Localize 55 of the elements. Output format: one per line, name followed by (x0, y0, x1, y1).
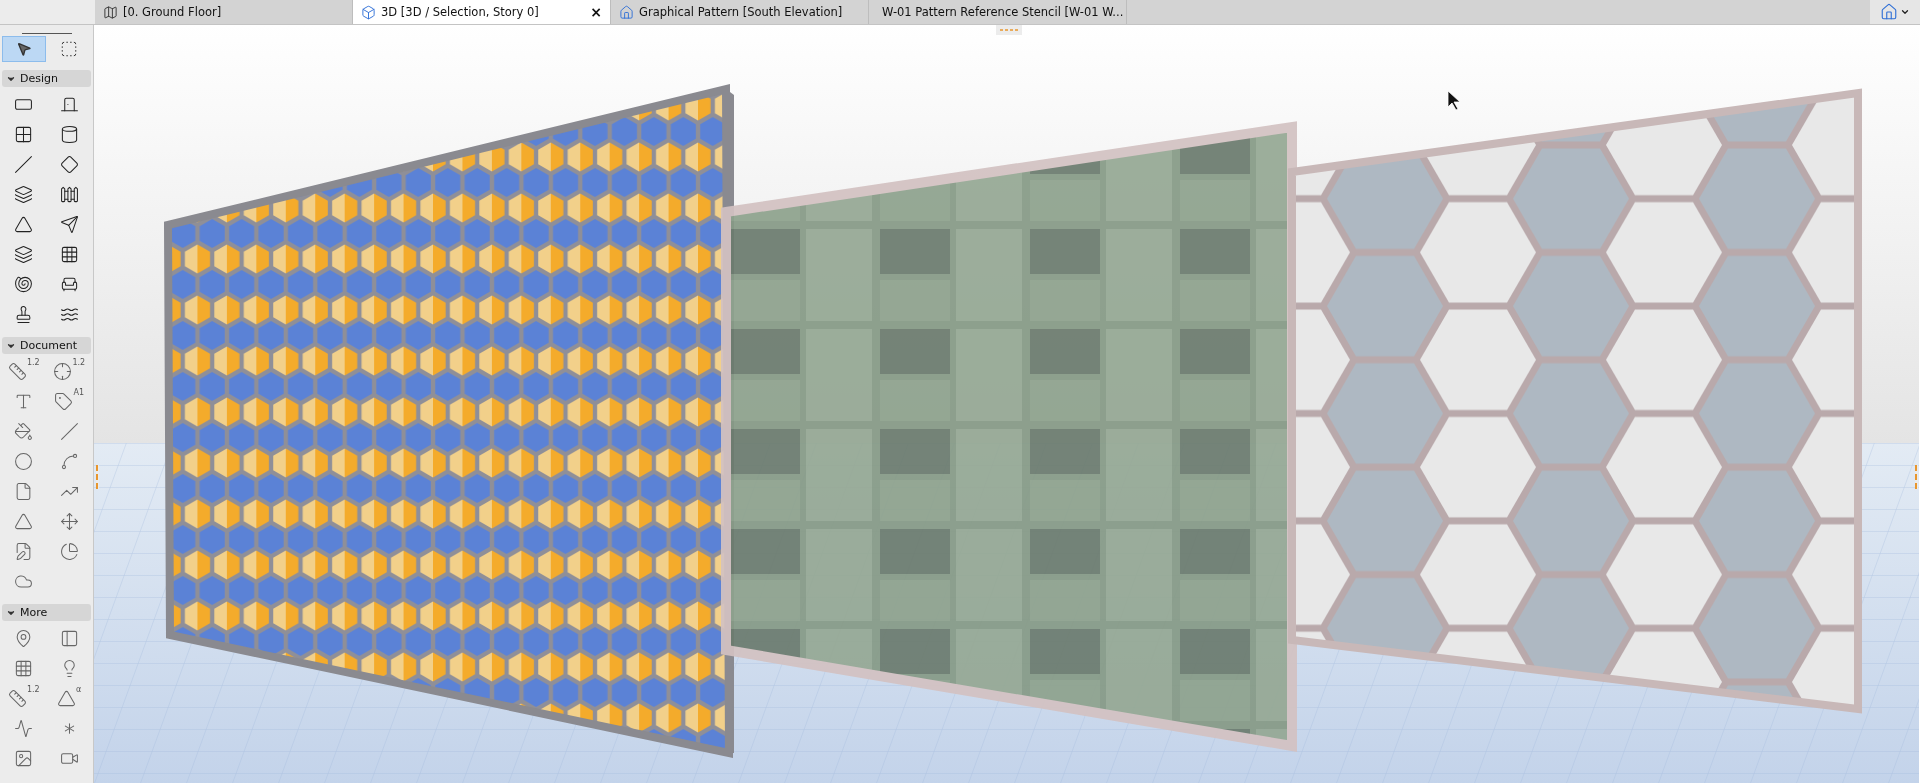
tool-button[interactable]: 1.2 (2, 356, 46, 386)
close-button[interactable]: × (590, 4, 602, 20)
angle-icon (57, 688, 77, 708)
diamond-icon (59, 154, 79, 174)
arrow-tool-button[interactable] (2, 36, 46, 62)
grid-icon (59, 244, 79, 264)
cube-icon (361, 4, 376, 20)
edge-handle[interactable] (1915, 465, 1918, 489)
line-icon (59, 421, 79, 441)
spline-icon (59, 451, 79, 471)
caret-icon (1900, 7, 1910, 17)
grid-icon (14, 658, 34, 678)
arrow-pointer-icon (15, 41, 32, 57)
paper-plane-icon (59, 214, 79, 234)
pie-icon (59, 541, 79, 561)
house-icon (1880, 3, 1898, 21)
shell-icon (14, 274, 34, 294)
tool-label: A1 (73, 388, 85, 397)
cylinder-icon (59, 124, 79, 144)
panel-icon (59, 628, 79, 648)
tool-label: 1.2 (26, 685, 40, 694)
dashed-square-icon (60, 40, 79, 58)
tool-label: 1.2 (26, 358, 40, 367)
fill-icon (14, 421, 34, 441)
fence-icon (59, 184, 79, 204)
label-icon (54, 391, 74, 411)
view-tab[interactable]: 3D [3D / Selection, Story 0] × (353, 0, 611, 24)
ruler-icon (7, 361, 27, 381)
cursor-icon (1447, 90, 1461, 111)
tool-button[interactable]: α (47, 683, 91, 713)
window-icon (14, 124, 34, 144)
ruler-icon (7, 688, 27, 708)
house-icon (619, 4, 634, 20)
circle-icon (14, 451, 34, 471)
drag-handle[interactable] (996, 25, 1022, 35)
crosshair-icon (53, 361, 73, 381)
dashes-icon (1000, 29, 1018, 31)
tool-button[interactable]: 1.2 (2, 683, 46, 713)
move-icon (59, 511, 79, 531)
layers-icon (14, 244, 34, 264)
tool-label: α (76, 685, 82, 694)
tool-button[interactable]: A1 (47, 386, 91, 416)
section-header[interactable]: Design (2, 70, 91, 87)
tool-button[interactable]: 1.2 (47, 356, 91, 386)
slash-icon (14, 154, 34, 174)
section-header[interactable]: More (2, 604, 91, 621)
triangle-icon (14, 511, 34, 531)
wave-icon (14, 718, 34, 738)
section-header[interactable]: Document (2, 337, 91, 354)
layers-icon (14, 184, 34, 204)
edge-handle[interactable] (96, 465, 99, 489)
view-menu-button[interactable] (1870, 0, 1920, 24)
tool-label: 1.2 (72, 358, 86, 367)
image-icon (14, 748, 34, 768)
triangle-icon (14, 214, 34, 234)
